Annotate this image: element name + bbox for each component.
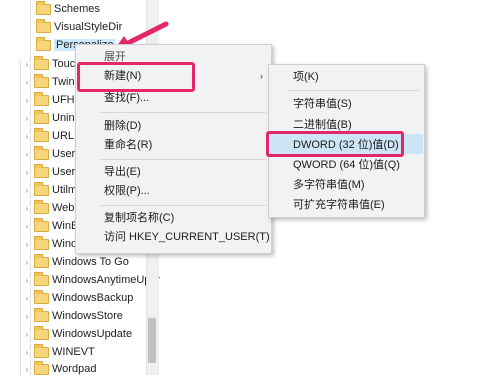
expand-arrow-icon[interactable]: › bbox=[22, 347, 32, 357]
submenu-item-multi-string[interactable]: 多字符串值(M) bbox=[293, 175, 365, 195]
folder-icon bbox=[36, 36, 51, 51]
tree-item-label: UFH bbox=[52, 94, 75, 106]
tree-item-label: URL bbox=[52, 130, 75, 142]
tree-item-label: Windows To Go bbox=[52, 256, 129, 268]
tree-item-windowsstore[interactable]: › WindowsStore bbox=[22, 307, 123, 325]
expand-arrow-icon[interactable]: › bbox=[22, 364, 32, 374]
folder-icon bbox=[34, 109, 49, 124]
menu-separator bbox=[100, 159, 266, 160]
folder-icon bbox=[34, 73, 49, 88]
tree-guide-line bbox=[20, 60, 21, 375]
expand-arrow-icon[interactable]: › bbox=[22, 185, 32, 195]
expand-arrow-icon[interactable]: › bbox=[22, 77, 32, 87]
folder-icon bbox=[34, 289, 49, 304]
tree-item-windowsupdate[interactable]: › WindowsUpdate bbox=[22, 325, 132, 343]
folder-icon bbox=[34, 55, 49, 70]
tree-item-touch[interactable]: › Touch bbox=[22, 55, 81, 73]
tree-item-schemes[interactable]: Schemes bbox=[34, 0, 100, 18]
expand-arrow-icon[interactable]: › bbox=[22, 293, 32, 303]
menu-item-permissions[interactable]: 权限(P)... bbox=[104, 181, 150, 201]
expand-arrow-icon[interactable]: › bbox=[22, 95, 32, 105]
folder-icon bbox=[34, 307, 49, 322]
tree-item-winevt[interactable]: › WINEVT bbox=[22, 343, 95, 361]
submenu-arrow-icon: › bbox=[260, 71, 263, 81]
submenu-item-string[interactable]: 字符串值(S) bbox=[293, 94, 352, 114]
expand-arrow-icon[interactable]: › bbox=[22, 275, 32, 285]
tree-item-windows-to-go[interactable]: › Windows To Go bbox=[22, 253, 129, 271]
folder-icon bbox=[34, 127, 49, 142]
tree-item-ufh[interactable]: › UFH bbox=[22, 91, 75, 109]
expand-arrow-icon[interactable]: › bbox=[22, 221, 32, 231]
dword-highlight-box bbox=[266, 131, 404, 157]
expand-arrow-icon[interactable]: › bbox=[22, 257, 32, 267]
tree-item-windowsbackup[interactable]: › WindowsBackup bbox=[22, 289, 133, 307]
tree-item-wordpad[interactable]: › Wordpad bbox=[22, 360, 96, 375]
folder-icon bbox=[34, 235, 49, 250]
folder-icon bbox=[34, 217, 49, 232]
folder-icon bbox=[34, 343, 49, 358]
folder-icon bbox=[34, 163, 49, 178]
menu-item-delete[interactable]: 删除(D) bbox=[104, 116, 141, 136]
folder-icon bbox=[34, 181, 49, 196]
tree-item-label: WINEVT bbox=[52, 346, 95, 358]
tree-item-visualstyledir[interactable]: VisualStyleDir bbox=[34, 18, 122, 36]
submenu-item-qword[interactable]: QWORD (64 位)值(Q) bbox=[293, 155, 400, 175]
expand-arrow-icon[interactable]: › bbox=[22, 167, 32, 177]
expand-arrow-icon[interactable]: › bbox=[22, 113, 32, 123]
expand-arrow-icon[interactable]: › bbox=[22, 131, 32, 141]
submenu-item-expandable-string[interactable]: 可扩充字符串值(E) bbox=[293, 195, 385, 215]
new-highlight-box bbox=[77, 62, 195, 92]
folder-icon bbox=[34, 271, 49, 286]
folder-icon bbox=[34, 360, 49, 375]
tree-item-twinu[interactable]: › TwinU bbox=[22, 73, 83, 91]
tree-item-label: Wordpad bbox=[52, 363, 97, 375]
menu-item-export[interactable]: 导出(E) bbox=[104, 162, 141, 182]
expand-arrow-icon[interactable]: › bbox=[22, 59, 32, 69]
expand-arrow-icon[interactable]: › bbox=[22, 203, 32, 213]
folder-icon bbox=[34, 253, 49, 268]
menu-separator bbox=[100, 205, 266, 206]
menu-item-goto-hkcu[interactable]: 访问 HKEY_CURRENT_USER(T) bbox=[104, 227, 270, 247]
folder-icon bbox=[34, 199, 49, 214]
menu-separator bbox=[100, 112, 266, 113]
tree-item-label: WindowsAnytimeUpgr bbox=[52, 274, 160, 286]
expand-arrow-icon[interactable]: › bbox=[22, 239, 32, 249]
tree-item-windowsanytimeupgr[interactable]: › WindowsAnytimeUpgr bbox=[22, 271, 160, 289]
tree-scrollbar-thumb[interactable] bbox=[148, 318, 156, 363]
tree-item-label: WindowsBackup bbox=[52, 292, 134, 304]
expand-arrow-icon[interactable]: › bbox=[22, 149, 32, 159]
menu-separator bbox=[289, 90, 419, 91]
folder-icon bbox=[36, 0, 51, 15]
tree-item-label: WindowsStore bbox=[52, 310, 123, 322]
folder-icon bbox=[34, 325, 49, 340]
menu-item-copy-key-name[interactable]: 复制项名称(C) bbox=[104, 208, 174, 228]
expand-arrow-icon[interactable]: › bbox=[22, 311, 32, 321]
tree-item-url[interactable]: › URL bbox=[22, 127, 74, 145]
folder-icon bbox=[34, 91, 49, 106]
folder-icon bbox=[34, 145, 49, 160]
tree-item-label: Schemes bbox=[54, 3, 100, 15]
folder-icon bbox=[36, 18, 51, 33]
expand-arrow-icon[interactable]: › bbox=[22, 329, 32, 339]
submenu-item-key[interactable]: 项(K) bbox=[293, 67, 319, 87]
menu-item-rename[interactable]: 重命名(R) bbox=[104, 135, 152, 155]
tree-item-label: WindowsUpdate bbox=[52, 328, 133, 340]
